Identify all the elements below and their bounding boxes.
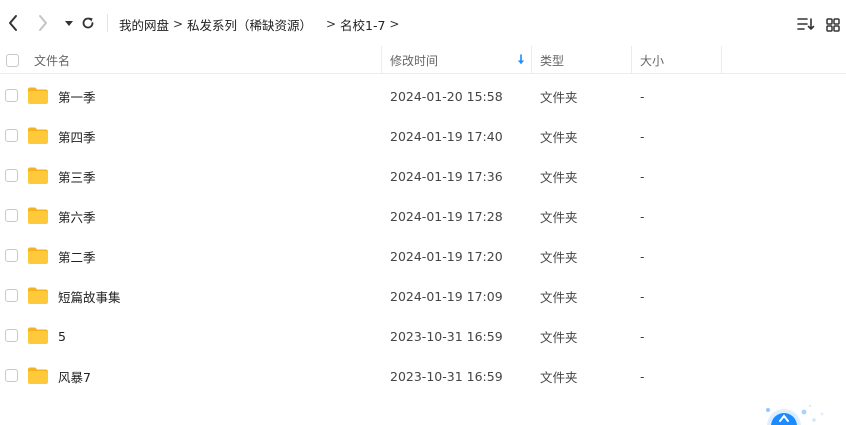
row-checkbox[interactable]: [5, 169, 18, 182]
refresh-button[interactable]: [80, 14, 96, 32]
file-type: 文件夹: [540, 329, 578, 345]
folder-icon: [28, 287, 48, 304]
row-checkbox[interactable]: [5, 369, 18, 382]
folder-icon: [28, 207, 48, 224]
file-size: -: [640, 128, 645, 144]
file-name[interactable]: 风暴7: [58, 356, 91, 396]
file-name[interactable]: 第三季: [58, 156, 96, 196]
folder-icon: [28, 247, 48, 264]
refresh-icon: [82, 17, 94, 29]
back-button[interactable]: [5, 14, 21, 32]
forward-button[interactable]: [35, 14, 51, 32]
column-divider[interactable]: [631, 46, 632, 74]
table-row[interactable]: 第二季 2024-01-19 17:20 文件夹 -: [0, 236, 846, 276]
sort-list-icon: [797, 18, 815, 30]
file-modified-time: 2024-01-19 17:20: [390, 248, 503, 264]
file-type: 文件夹: [540, 249, 578, 265]
grid-view-button[interactable]: [826, 17, 840, 36]
file-size: -: [640, 368, 645, 384]
file-type: 文件夹: [540, 209, 578, 225]
file-modified-time: 2024-01-19 17:09: [390, 288, 503, 304]
file-size: -: [640, 88, 645, 104]
history-dropdown-button[interactable]: [61, 14, 77, 32]
row-checkbox[interactable]: [5, 129, 18, 142]
file-size: -: [640, 168, 645, 184]
select-all-checkbox[interactable]: [6, 54, 19, 67]
chevron-right-icon: [39, 15, 47, 31]
chevron-left-icon: [9, 15, 17, 31]
table-row[interactable]: 5 2023-10-31 16:59 文件夹 -: [0, 316, 846, 356]
file-modified-time: 2024-01-19 17:40: [390, 128, 503, 144]
breadcrumb-separator: >: [389, 17, 400, 31]
folder-icon: [28, 367, 48, 384]
file-modified-time: 2023-10-31 16:59: [390, 328, 503, 344]
grid-view-icon: [826, 18, 840, 32]
file-name[interactable]: 第六季: [58, 196, 96, 236]
file-type: 文件夹: [540, 369, 578, 385]
column-divider[interactable]: [531, 46, 532, 74]
sort-descending-icon[interactable]: [516, 54, 526, 66]
file-size: -: [640, 248, 645, 264]
breadcrumb: 我的网盘 > 私发系列（稀缺资源） > 名校1-7 >: [119, 15, 403, 33]
table-header: 文件名 修改时间 类型 大小: [0, 46, 846, 74]
breadcrumb-item-root[interactable]: 我的网盘: [119, 15, 169, 34]
folder-icon: [28, 327, 48, 344]
table-row[interactable]: 第一季 2024-01-20 15:58 文件夹 -: [0, 76, 846, 116]
folder-icon: [28, 167, 48, 184]
assistant-icon: [766, 404, 824, 425]
file-name[interactable]: 5: [58, 316, 66, 356]
table-row[interactable]: 第三季 2024-01-19 17:36 文件夹 -: [0, 156, 846, 196]
column-divider[interactable]: [381, 46, 382, 74]
row-checkbox[interactable]: [5, 249, 18, 262]
row-checkbox[interactable]: [5, 89, 18, 102]
file-modified-time: 2023-10-31 16:59: [390, 368, 503, 384]
file-type: 文件夹: [540, 89, 578, 105]
table-row[interactable]: 第四季 2024-01-19 17:40 文件夹 -: [0, 116, 846, 156]
toolbar-divider: [107, 14, 108, 32]
breadcrumb-separator: >: [326, 17, 337, 31]
table-row[interactable]: 短篇故事集 2024-01-19 17:09 文件夹 -: [0, 276, 846, 316]
column-header-name[interactable]: 文件名: [34, 46, 70, 74]
file-name[interactable]: 第一季: [58, 76, 96, 116]
file-size: -: [640, 208, 645, 224]
file-type: 文件夹: [540, 289, 578, 305]
file-modified-time: 2024-01-19 17:28: [390, 208, 503, 224]
row-checkbox[interactable]: [5, 289, 18, 302]
file-name[interactable]: 短篇故事集: [58, 276, 121, 316]
row-checkbox[interactable]: [5, 209, 18, 222]
caret-down-icon: [65, 21, 73, 26]
file-modified-time: 2024-01-19 17:36: [390, 168, 503, 184]
folder-icon: [28, 127, 48, 144]
toolbar: 我的网盘 > 私发系列（稀缺资源） > 名校1-7 >: [0, 0, 846, 46]
file-modified-time: 2024-01-20 15:58: [390, 88, 503, 104]
sort-button[interactable]: [797, 16, 815, 35]
file-type: 文件夹: [540, 129, 578, 145]
file-size: -: [640, 288, 645, 304]
assistant-float-button[interactable]: [762, 402, 832, 425]
column-divider[interactable]: [721, 46, 722, 74]
column-header-mtime[interactable]: 修改时间: [390, 46, 438, 74]
breadcrumb-separator: >: [172, 17, 184, 31]
breadcrumb-item-current[interactable]: 名校1-7: [340, 15, 385, 34]
table-row[interactable]: 第六季 2024-01-19 17:28 文件夹 -: [0, 196, 846, 236]
column-header-type[interactable]: 类型: [540, 46, 564, 74]
file-name[interactable]: 第四季: [58, 116, 96, 156]
folder-icon: [28, 87, 48, 104]
breadcrumb-item-series[interactable]: 私发系列（稀缺资源）: [187, 15, 312, 34]
file-type: 文件夹: [540, 169, 578, 185]
table-row[interactable]: 风暴7 2023-10-31 16:59 文件夹 -: [0, 356, 846, 396]
file-name[interactable]: 第二季: [58, 236, 96, 276]
file-size: -: [640, 328, 645, 344]
row-checkbox[interactable]: [5, 329, 18, 342]
column-header-size[interactable]: 大小: [640, 46, 664, 74]
